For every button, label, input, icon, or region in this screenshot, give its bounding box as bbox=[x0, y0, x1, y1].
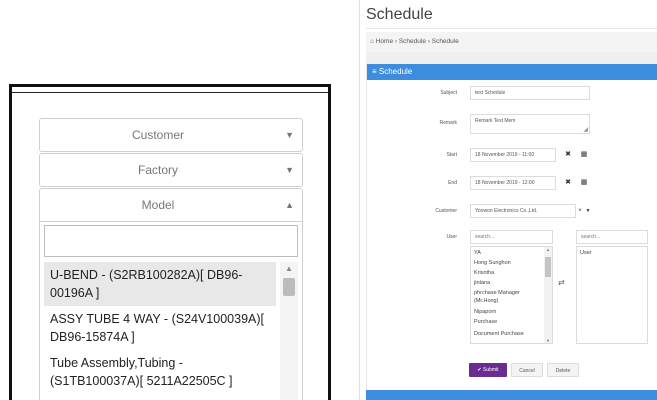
footer-bar bbox=[366, 390, 657, 400]
remark-textarea[interactable]: Remark Test Mem ◢ bbox=[470, 114, 590, 134]
chevron-down-icon[interactable]: ▼ bbox=[581, 204, 595, 218]
user-option[interactable]: Krisntha bbox=[474, 270, 494, 277]
selected-user-option[interactable]: User bbox=[580, 250, 592, 257]
filter-panel: Customer ▼ Factory ▼ Model ▲ U-BEND - (S… bbox=[9, 84, 331, 400]
delete-button[interactable]: Delete bbox=[547, 363, 579, 377]
subject-label: Subject bbox=[440, 90, 457, 96]
end-label: End bbox=[448, 180, 457, 186]
schedule-form-box: ≡ Schedule Subject test Schedule Remark … bbox=[366, 64, 657, 390]
end-date-input[interactable]: 18 November 2019 - 12:00 bbox=[470, 176, 556, 190]
remark-text: Remark Test Mem bbox=[475, 118, 516, 124]
start-label: Start bbox=[446, 152, 457, 158]
calendar-icon[interactable]: ▦ bbox=[577, 176, 591, 190]
scroll-down-icon[interactable]: ▼ bbox=[544, 338, 552, 343]
customer-select[interactable]: Yoowon Electronics Co.,Ltd. bbox=[470, 204, 576, 218]
user-option[interactable]: YA bbox=[474, 250, 481, 257]
clear-end-icon[interactable]: ✖ bbox=[561, 176, 575, 190]
box-title: ≡ Schedule bbox=[367, 64, 657, 80]
clear-start-icon[interactable]: ✖ bbox=[561, 148, 575, 162]
customer-dropdown-label: Customer bbox=[131, 128, 184, 142]
user-label: User bbox=[446, 234, 457, 240]
swap-arrows-icon[interactable]: ⇄ bbox=[558, 278, 565, 287]
chevron-down-icon: ▼ bbox=[285, 130, 294, 140]
scrollbar-thumb[interactable] bbox=[545, 257, 551, 277]
chevron-up-icon: ▲ bbox=[285, 200, 294, 210]
model-dropdown-label: Model bbox=[141, 198, 175, 212]
user-option[interactable]: Document Purchase bbox=[474, 331, 524, 338]
user-option[interactable]: Purchase bbox=[474, 319, 497, 326]
user-search-input[interactable] bbox=[470, 230, 553, 244]
scroll-up-icon[interactable]: ▲ bbox=[544, 247, 552, 252]
user-option[interactable]: Nipaporn bbox=[474, 309, 496, 316]
user-option[interactable]: jintana bbox=[474, 280, 490, 287]
page-title: Schedule bbox=[366, 6, 433, 23]
user-option[interactable]: (Mr.Hong) bbox=[474, 298, 498, 305]
model-option[interactable]: U-BEND - (S2RB100282A)[ DB96-00196A ] bbox=[44, 262, 276, 306]
customer-label: Customer bbox=[435, 208, 457, 214]
remark-label: Remark bbox=[439, 120, 457, 126]
model-search-input[interactable] bbox=[44, 225, 298, 257]
user-option[interactable]: Hong Sunghon bbox=[474, 260, 511, 267]
selected-users-list[interactable]: User bbox=[576, 246, 648, 344]
model-option[interactable]: Tube Assembly,Tubing - (S1TB100037A)[ 52… bbox=[44, 350, 276, 394]
scroll-up-icon[interactable]: ▲ bbox=[280, 264, 298, 273]
model-dropdown-menu: U-BEND - (S2RB100282A)[ DB96-00196A ] AS… bbox=[39, 222, 303, 400]
start-date-input[interactable]: 18 November 2019 - 11:00 bbox=[470, 148, 556, 162]
selected-search-input[interactable] bbox=[576, 230, 648, 244]
customer-dropdown[interactable]: Customer ▼ bbox=[39, 118, 303, 152]
subject-input[interactable]: test Schedule bbox=[470, 86, 590, 100]
panel-top-border bbox=[12, 87, 328, 93]
submit-button[interactable]: ✔ Submit bbox=[469, 363, 507, 377]
schedule-window: Schedule ⌂ Home › Schedule › Schedule ≡ … bbox=[359, 0, 657, 400]
chevron-down-icon: ▼ bbox=[285, 165, 294, 175]
options-scrollbar[interactable]: ▲ bbox=[280, 262, 298, 400]
cancel-button[interactable]: Cancel bbox=[511, 363, 543, 377]
resize-grip-icon[interactable]: ◢ bbox=[583, 126, 588, 133]
model-dropdown[interactable]: Model ▲ bbox=[39, 188, 303, 222]
model-option[interactable]: ASSY TUBE 4 WAY - (S24V100039A)[ DB96-15… bbox=[44, 306, 276, 350]
factory-dropdown-label: Factory bbox=[137, 163, 178, 177]
users-scrollbar[interactable]: ▲ ▼ bbox=[544, 247, 552, 343]
model-options-list: U-BEND - (S2RB100282A)[ DB96-00196A ] AS… bbox=[44, 262, 298, 400]
available-users-list[interactable]: YA Hong Sunghon Krisntha jintana phrchas… bbox=[470, 246, 553, 344]
divider bbox=[366, 28, 657, 29]
calendar-icon[interactable]: ▦ bbox=[577, 148, 591, 162]
content-spacer bbox=[366, 52, 657, 64]
breadcrumb[interactable]: ⌂ Home › Schedule › Schedule bbox=[366, 32, 657, 52]
factory-dropdown[interactable]: Factory ▼ bbox=[39, 153, 303, 187]
user-option[interactable]: phrchase Manager bbox=[474, 290, 520, 297]
scrollbar-thumb[interactable] bbox=[283, 278, 295, 296]
